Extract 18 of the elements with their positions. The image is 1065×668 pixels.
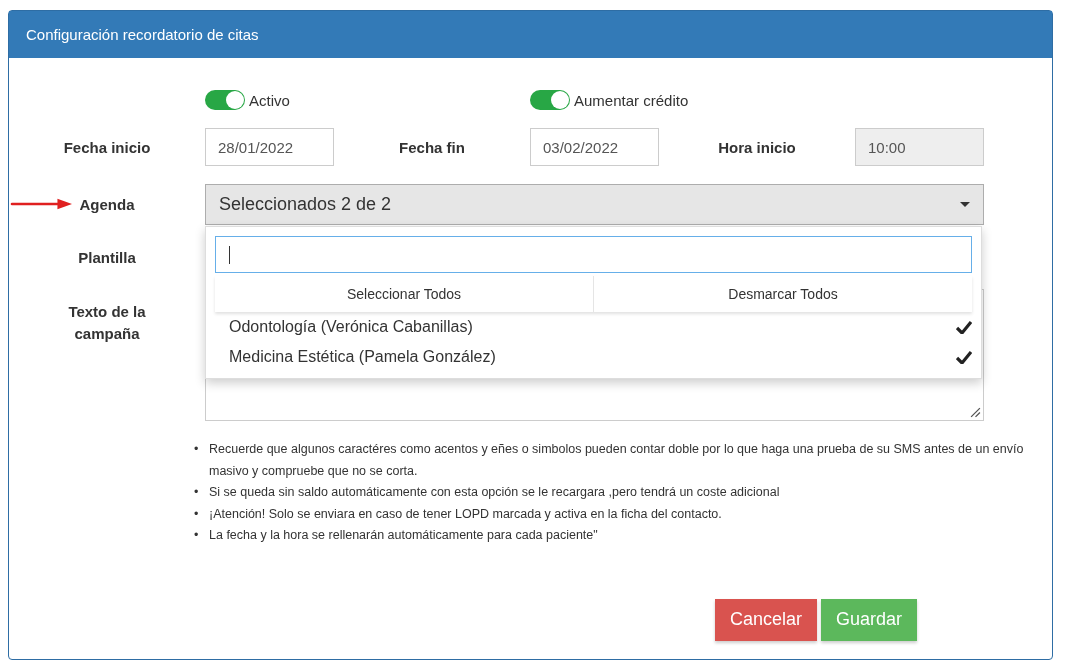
note-text: Si se queda sin saldo automáticamente con esta opción se le recargara ,pero tendrá un coste adicional <box>209 484 780 501</box>
field-label: Fecha fin <box>398 138 466 156</box>
note-text: Recuerde que algunos caractéres como acentos y eñes o simbolos pueden contar doble por lo que haga una prueba de su SMS antes de un envío masivo y compruebe que no se corta. <box>209 441 1024 480</box>
field-label: Texto de la campaña <box>67 302 147 344</box>
toggle-label: Aumentar crédito <box>574 91 689 109</box>
field-label: Agenda <box>79 196 135 213</box>
toggle-label: Activo <box>249 91 290 109</box>
note-text: La fecha y la hora se rellenarán automáticamente para cada paciente" <box>209 527 598 544</box>
field-label: Fecha inicio <box>62 138 152 156</box>
field-label: Plantilla <box>77 248 137 266</box>
dropdown-value: Seleccionados 2 de 2 <box>219 194 392 215</box>
bullet: • <box>194 484 200 501</box>
bullet: • <box>194 505 200 523</box>
bullet: • <box>194 527 200 544</box>
note-text: ¡Atención! Solo se enviara en caso de tener LOPD marcada y activa en la ficha del contacto. <box>209 505 722 523</box>
bullet: • <box>194 441 200 458</box>
field-label: Hora inicio <box>717 138 797 156</box>
panel-title: Configuración recordatorio de citas <box>26 26 259 43</box>
